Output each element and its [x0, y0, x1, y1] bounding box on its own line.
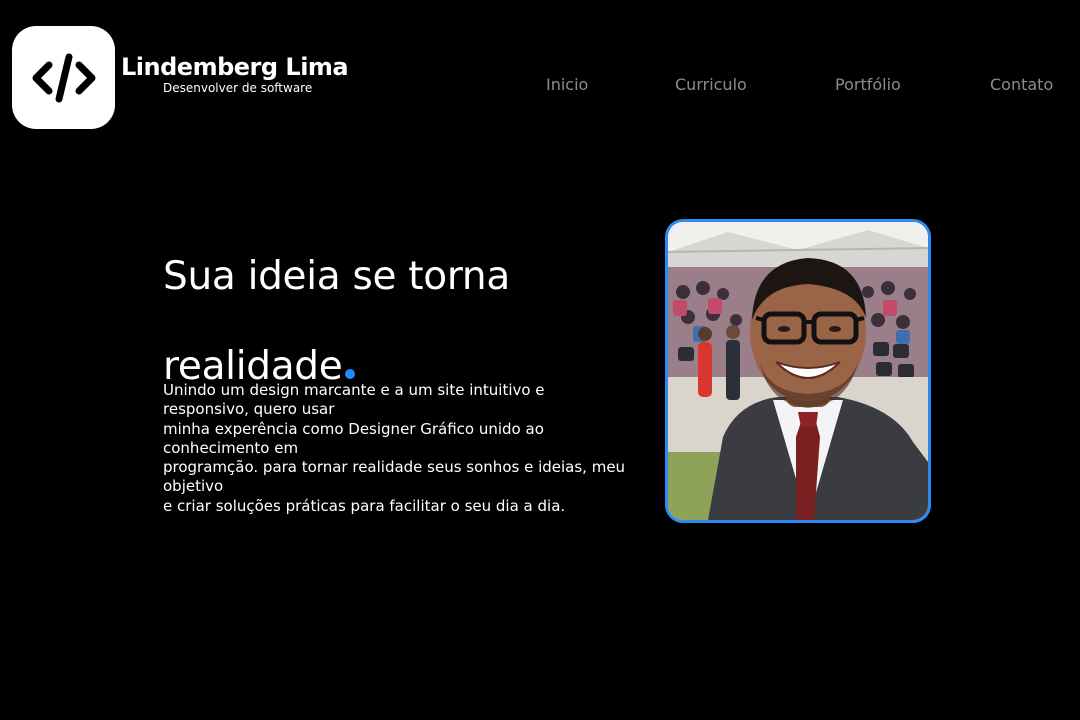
nav-link-inicio[interactable]: Inicio	[546, 75, 588, 94]
hero-title-line-1: Sua ideia se torna	[163, 254, 510, 299]
description-line: objetivo	[163, 477, 224, 496]
description-line: responsivo, quero usar	[163, 400, 335, 419]
description-line: minha experência como Designer Gráfico u…	[163, 419, 544, 438]
nav-link-contato[interactable]: Contato	[990, 75, 1053, 94]
nav-link-portfolio[interactable]: Portfólio	[835, 75, 901, 94]
description-line: programção. para tornar realidade seus s…	[163, 458, 626, 477]
description-line: Unindo um design marcante e a um site in…	[163, 381, 545, 399]
description-line: conhecimento em	[163, 438, 299, 457]
page: Lindemberg Lima Desenvolver de software …	[0, 0, 1080, 720]
nav-link-curriculo[interactable]: Curriculo	[675, 75, 747, 94]
profile-photo	[665, 219, 931, 523]
accent-dot	[345, 369, 356, 379]
hero-description: Unindo um design marcante e a um site in…	[163, 381, 663, 516]
description-line: e criar soluções práticas para facilitar…	[163, 496, 566, 515]
profile-photo-illustration	[668, 222, 928, 520]
main-nav: Inicio Curriculo Portfólio Contato	[0, 75, 1080, 97]
